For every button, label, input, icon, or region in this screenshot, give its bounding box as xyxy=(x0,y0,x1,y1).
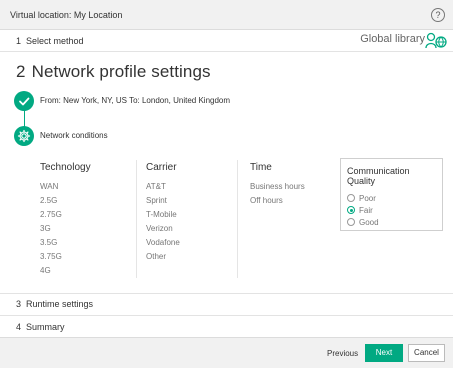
technology-option[interactable]: 3.75G xyxy=(40,250,130,264)
carrier-option[interactable]: Verizon xyxy=(146,222,236,236)
technology-option[interactable]: 4G xyxy=(40,264,130,278)
quality-option-poor[interactable]: Poor xyxy=(347,192,436,204)
wizard-footer: Previous Next Cancel xyxy=(0,337,453,368)
step-label: Runtime settings xyxy=(26,298,94,309)
carrier-option[interactable]: AT&T xyxy=(146,180,236,194)
technology-option[interactable]: 3G xyxy=(40,222,130,236)
time-option[interactable]: Off hours xyxy=(250,194,340,208)
step-summary[interactable]: 4 Summary xyxy=(0,315,453,337)
next-button[interactable]: Next xyxy=(365,344,403,362)
radio-label: Fair xyxy=(359,205,373,215)
step-runtime-settings[interactable]: 3 Runtime settings xyxy=(0,293,453,313)
step-label: Summary xyxy=(26,321,65,332)
previous-button[interactable]: Previous xyxy=(324,345,361,362)
technology-option[interactable]: WAN xyxy=(40,180,130,194)
carrier-option[interactable]: T-Mobile xyxy=(146,208,236,222)
time-heading: Time xyxy=(250,162,272,173)
quality-option-good[interactable]: Good xyxy=(347,216,436,228)
check-icon xyxy=(14,91,34,111)
step-label: Network profile settings xyxy=(31,62,211,81)
technology-option[interactable]: 2.5G xyxy=(40,194,130,208)
step-number: 2 xyxy=(16,62,26,81)
carrier-column: Carrier AT&T Sprint T-Mobile Verizon Vod… xyxy=(146,162,236,264)
radio-button[interactable] xyxy=(347,218,355,226)
time-option[interactable]: Business hours xyxy=(250,180,340,194)
help-icon[interactable]: ? xyxy=(431,8,445,22)
quality-option-fair[interactable]: Fair xyxy=(347,204,436,216)
quality-heading: Communication Quality xyxy=(347,166,410,186)
page-title: 2 Network profile settings xyxy=(16,62,211,82)
radio-button[interactable] xyxy=(347,194,355,202)
window-titlebar: Virtual location: My Location ? xyxy=(0,0,453,30)
cancel-button[interactable]: Cancel xyxy=(408,344,445,362)
step-label: Select method xyxy=(26,35,84,46)
technology-heading: Technology xyxy=(40,162,91,173)
radio-button-selected[interactable] xyxy=(347,206,355,214)
communication-quality-panel: Communication Quality Poor Fair Good xyxy=(340,158,443,231)
carrier-option[interactable]: Vodafone xyxy=(146,236,236,250)
step-number: 1 xyxy=(16,35,22,46)
carrier-option[interactable]: Other xyxy=(146,250,236,264)
column-divider xyxy=(237,160,238,278)
technology-option[interactable]: 3.5G xyxy=(40,236,130,250)
route-summary: From: New York, NY, US To: London, Unite… xyxy=(40,96,231,105)
network-conditions-label: Network conditions xyxy=(40,131,108,140)
step-number: 4 xyxy=(16,321,22,332)
global-library-label[interactable]: Global library xyxy=(360,33,425,45)
technology-option[interactable]: 2.75G xyxy=(40,208,130,222)
carrier-option[interactable]: Sprint xyxy=(146,194,236,208)
carrier-heading: Carrier xyxy=(146,162,177,173)
technology-column: Technology WAN 2.5G 2.75G 3G 3.5G 3.75G … xyxy=(40,162,130,278)
user-globe-icon[interactable] xyxy=(425,31,447,49)
gear-icon xyxy=(14,126,34,146)
step-select-method[interactable]: 1 Select method Global library xyxy=(0,30,453,52)
time-column: Time Business hours Off hours xyxy=(250,162,340,208)
radio-label: Good xyxy=(359,217,379,227)
step-number: 3 xyxy=(16,298,22,309)
window-title: Virtual location: My Location xyxy=(10,9,123,20)
column-divider xyxy=(136,160,137,278)
radio-label: Poor xyxy=(359,193,376,203)
